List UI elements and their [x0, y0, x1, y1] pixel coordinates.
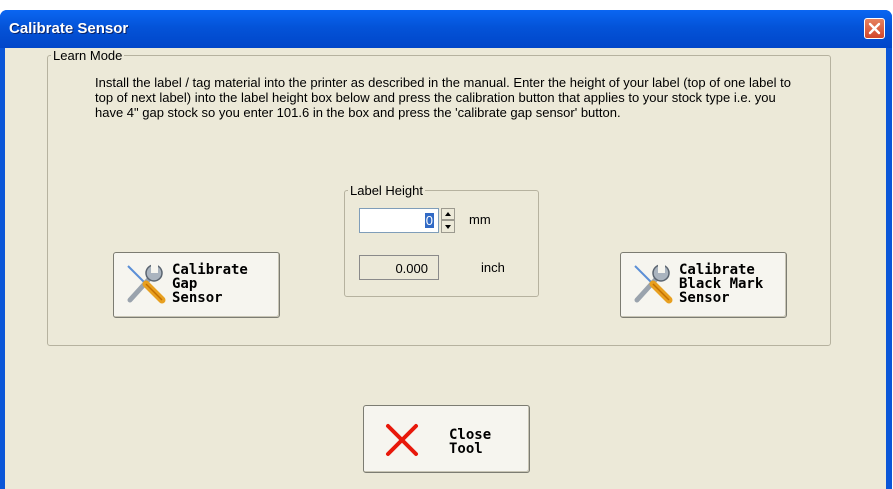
dialog-title: Calibrate Sensor: [9, 20, 129, 37]
calibrate-gap-sensor-button[interactable]: Calibrate Gap Sensor: [113, 252, 280, 318]
close-tool-label: Close Tool: [449, 427, 492, 457]
close-tool-button[interactable]: Close Tool: [363, 405, 530, 473]
close-icon: [868, 22, 881, 35]
arrow-down-icon: [445, 225, 451, 229]
mm-unit-label: mm: [469, 212, 491, 227]
label-height-mm-input[interactable]: 0: [359, 208, 439, 233]
spin-down-button[interactable]: [441, 220, 455, 233]
calibrate-black-mark-sensor-label: Calibrate Black Mark Sensor: [679, 262, 764, 306]
wrench-screwdriver-icon: [127, 264, 166, 304]
inch-unit-label: inch: [481, 260, 505, 275]
instructions-text: Install the label / tag material into th…: [95, 75, 791, 120]
window-close-button[interactable]: [864, 18, 885, 39]
label-height-spinner[interactable]: [441, 208, 455, 233]
calibrate-black-mark-sensor-button[interactable]: Calibrate Black Mark Sensor: [620, 252, 787, 318]
red-x-icon: [386, 424, 418, 456]
arrow-up-icon: [445, 212, 451, 216]
spin-up-button[interactable]: [441, 208, 455, 220]
wrench-screwdriver-icon: [634, 264, 673, 304]
title-bar[interactable]: Calibrate Sensor: [0, 10, 892, 48]
learn-mode-legend: Learn Mode: [53, 48, 123, 63]
label-height-legend: Label Height: [350, 183, 423, 198]
label-height-mm-value: 0: [424, 213, 434, 228]
calibrate-gap-sensor-label: Calibrate Gap Sensor: [172, 262, 248, 306]
label-height-inch-field: 0.000: [359, 255, 439, 280]
